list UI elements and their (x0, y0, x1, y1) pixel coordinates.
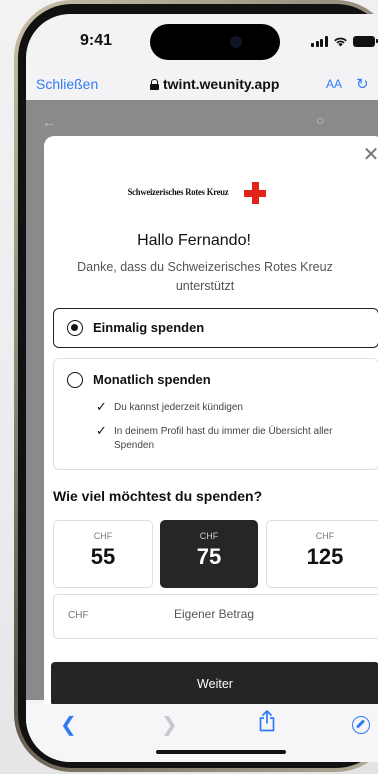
status-bar: 9:41 (26, 14, 378, 66)
amount-currency: CHF (199, 531, 219, 541)
thanks-text: Danke, dass du Schweizerisches Rotes Kre… (77, 260, 333, 293)
lock-icon (150, 78, 159, 90)
amount-option-125[interactable]: CHF 125 (266, 520, 378, 588)
dynamic-island (150, 24, 280, 60)
custom-amount-currency: CHF (68, 610, 89, 621)
back-arrow-icon[interactable]: ❮ (60, 712, 77, 737)
wifi-icon (333, 37, 347, 46)
browser-bar: Schließen twint.weunity.app AA ↻ (26, 70, 378, 100)
url-bar[interactable]: twint.weunity.app (150, 76, 279, 92)
option-monthly[interactable]: Monatlich spenden ✓ Du kannst jederzeit … (53, 358, 378, 470)
amount-value: 125 (306, 544, 344, 569)
battery-icon (352, 35, 378, 47)
amount-value: 55 (90, 544, 116, 569)
option-monthly-label: Monatlich spenden (93, 372, 211, 387)
phone-screen: 9:41 Schließen twint.weunity.app AA ↻ ← … (26, 14, 378, 762)
share-icon[interactable] (258, 710, 276, 732)
org-name: Schweizerisches Rotes Kreuz (127, 188, 229, 198)
amount-option-75[interactable]: CHF 75 (160, 520, 258, 588)
status-time: 9:41 (80, 32, 113, 49)
greeting-heading: Hallo Fernando! (137, 232, 251, 249)
amount-option-55[interactable]: CHF 55 (53, 520, 153, 588)
donation-modal: ✕ Schweizerisches Rotes Kreuz Hallo Fern… (44, 136, 378, 712)
radio-monthly[interactable] (67, 372, 83, 388)
option-one-time[interactable]: Einmalig spenden (53, 308, 378, 348)
text-size-button[interactable]: AA (326, 77, 342, 91)
amount-currency: CHF (315, 531, 335, 541)
close-browser-button[interactable]: Schließen (36, 76, 98, 92)
benefit-item: ✓ Du kannst jederzeit kündigen (94, 399, 354, 415)
custom-amount-input[interactable] (114, 607, 314, 621)
radio-one-time[interactable] (67, 320, 83, 336)
option-one-time-label: Einmalig spenden (93, 320, 205, 335)
reload-icon[interactable]: ↻ (356, 75, 369, 93)
url-text: twint.weunity.app (163, 76, 280, 92)
red-cross-icon (244, 182, 267, 204)
back-arrow-icon: ← (42, 114, 56, 130)
custom-amount-field[interactable]: CHF (53, 594, 378, 639)
forward-arrow-icon[interactable]: ❯ (161, 712, 178, 737)
compass-icon[interactable] (352, 716, 370, 734)
benefit-text: In deinem Profil hast du immer die Übers… (114, 426, 333, 451)
org-logo: Schweizerisches Rotes Kreuz (44, 178, 344, 208)
signal-icon (311, 35, 328, 47)
amount-currency: CHF (93, 531, 113, 541)
checkmark-icon: ✓ (96, 423, 107, 438)
close-icon[interactable]: ✕ (360, 144, 378, 166)
home-indicator (156, 750, 286, 754)
camera-icon (230, 36, 242, 48)
amount-value: 75 (196, 544, 222, 569)
benefit-text: Du kannst jederzeit kündigen (114, 402, 243, 413)
amount-question: Wie viel möchtest du spenden? (53, 488, 263, 504)
benefit-item: ✓ In deinem Profil hast du immer die Übe… (94, 423, 354, 453)
status-icons (311, 34, 378, 48)
search-icon: ○ (316, 112, 325, 128)
checkmark-icon: ✓ (96, 399, 107, 414)
continue-button[interactable]: Weiter (51, 662, 378, 706)
